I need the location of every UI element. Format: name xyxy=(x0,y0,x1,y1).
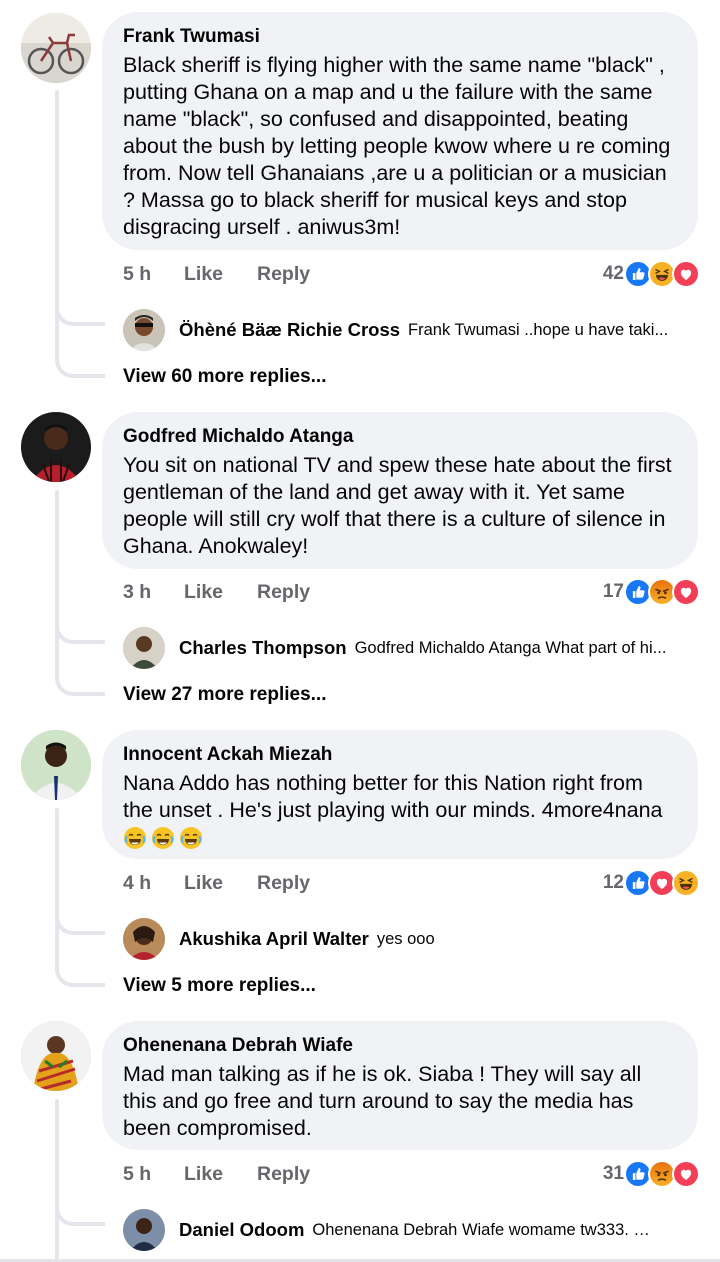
comment-text: Mad man talking as if he is ok. Siaba ! … xyxy=(123,1062,642,1140)
thread-line xyxy=(55,1099,59,1262)
reply-preview[interactable]: Daniel Odoom Ohenenana Debrah Wiafe woma… xyxy=(179,1216,652,1244)
avatar[interactable] xyxy=(21,1021,91,1091)
reply-text: Ohenenana Debrah Wiafe womame tw333. K..… xyxy=(312,1220,653,1239)
like-button[interactable]: Like xyxy=(184,1163,257,1186)
reply-button[interactable]: Reply xyxy=(257,1163,310,1186)
reaction-count: 31 xyxy=(602,1163,624,1184)
reaction-summary[interactable]: 31 xyxy=(603,1159,700,1189)
love-reaction-icon xyxy=(672,1160,700,1188)
comment-thread: Ohenenana Debrah Wiafe Mad man talking a… xyxy=(0,0,720,1262)
reply-author[interactable]: Daniel Odoom xyxy=(179,1219,304,1241)
comment-author[interactable]: Ohenenana Debrah Wiafe xyxy=(123,1033,677,1059)
comment-bubble[interactable]: Ohenenana Debrah Wiafe Mad man talking a… xyxy=(102,1021,698,1150)
thread-branch xyxy=(55,1206,105,1226)
reply-avatar[interactable] xyxy=(123,1209,165,1251)
comment-time[interactable]: 5 h xyxy=(123,1163,184,1186)
comment-actions: 5 h Like Reply 31 xyxy=(123,1159,700,1189)
